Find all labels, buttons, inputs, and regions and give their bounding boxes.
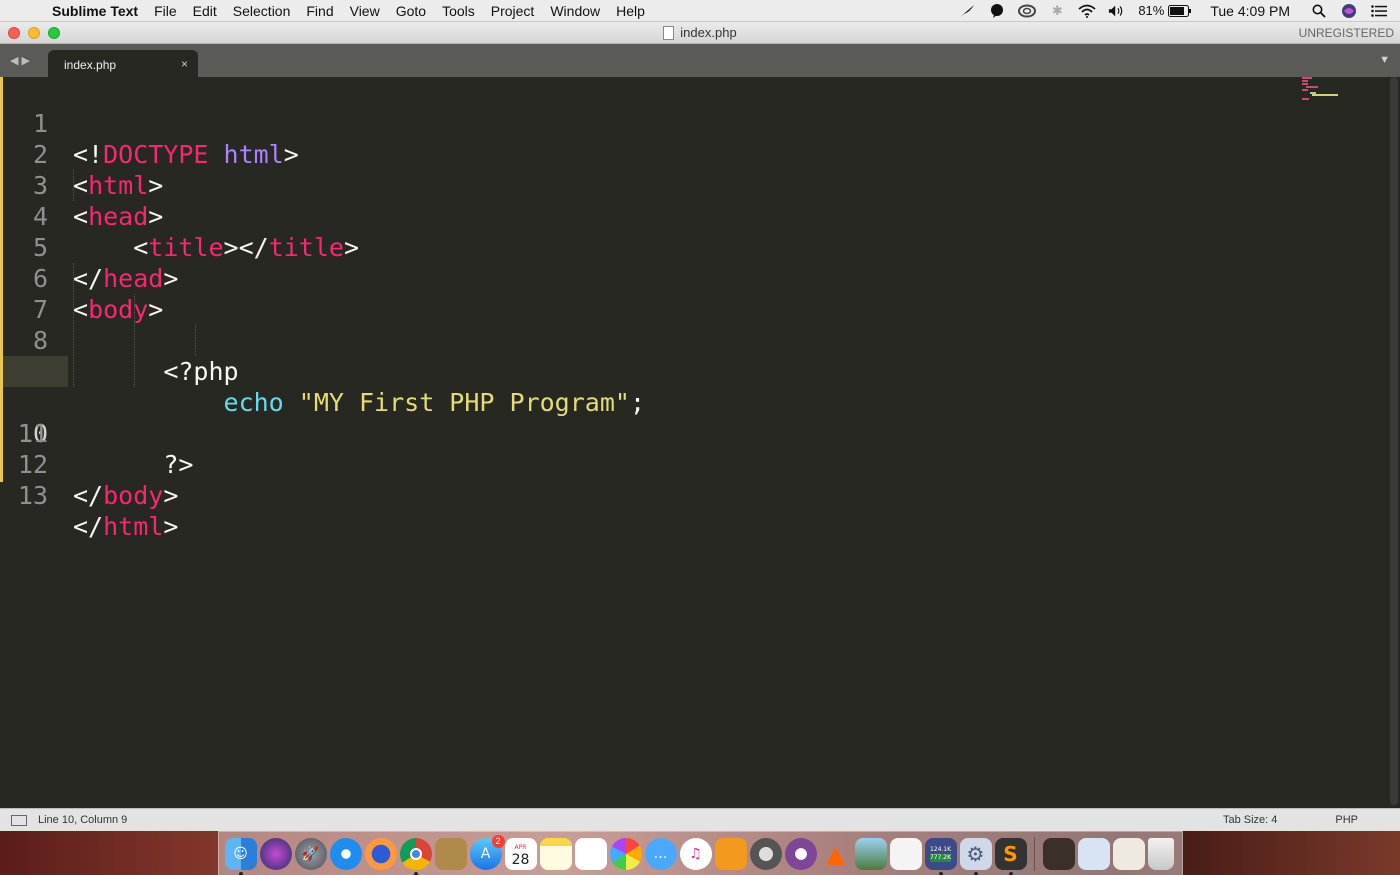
code-line: 5 </head>: [0, 201, 1390, 293]
speech-bubble-icon[interactable]: [988, 3, 1006, 18]
line-number: 13: [17, 481, 48, 510]
minimize-window-button[interactable]: [28, 27, 40, 39]
menu-selection[interactable]: Selection: [225, 3, 299, 19]
menu-find[interactable]: Find: [298, 3, 341, 19]
code-line-active: 10 ?>: [0, 356, 1390, 479]
tab-label: index.php: [64, 58, 117, 72]
menu-edit[interactable]: Edit: [185, 3, 225, 19]
window-title: index.php: [680, 25, 737, 40]
feather-icon[interactable]: [958, 4, 976, 18]
sublime-text-icon[interactable]: S: [994, 837, 1027, 875]
tab-close-icon[interactable]: ×: [181, 57, 188, 71]
notefile-icon[interactable]: [434, 837, 467, 870]
tab-size-setting[interactable]: Tab Size: 4: [1223, 814, 1277, 826]
app-store-badge: 2: [491, 834, 505, 848]
calendar-day: 28: [511, 851, 530, 868]
app-store-icon[interactable]: A2: [469, 834, 505, 870]
tab-navigation-arrows-icon[interactable]: ◀▶: [10, 54, 33, 67]
panel-toggle-icon[interactable]: [11, 814, 27, 826]
code-line: 12 </body>: [0, 418, 1390, 510]
menu-view[interactable]: View: [342, 3, 388, 19]
screenshot-stack-icon[interactable]: [1112, 837, 1145, 870]
messages-icon[interactable]: …: [644, 837, 677, 870]
siri-icon[interactable]: [1340, 3, 1358, 18]
net-download-rate: 777.2K: [929, 853, 952, 862]
code-line: 8 <?php: [0, 294, 1390, 386]
textedit-icon[interactable]: [889, 837, 922, 870]
finder-icon[interactable]: ☺: [224, 837, 257, 875]
document-icon: [663, 25, 675, 40]
dock-separator: [1034, 836, 1035, 871]
bluetooth-icon[interactable]: ✱: [1048, 3, 1066, 18]
minimap[interactable]: [1302, 77, 1342, 107]
system-preferences-icon[interactable]: [749, 837, 782, 870]
code-line: 3 <head>: [0, 139, 1390, 231]
dock: ☺ 🚀 A2 APR 28 … ♫ ▲ 124.1K 777.2K ⚙ S: [218, 831, 1183, 875]
code-line: 2 <html>: [0, 108, 1390, 200]
code-line: 9 echo "MY First PHP Program";: [0, 325, 1390, 417]
menu-tools[interactable]: Tools: [434, 3, 483, 19]
wifi-icon[interactable]: [1078, 4, 1096, 18]
safari-icon[interactable]: [329, 837, 362, 870]
menu-app-name[interactable]: Sublime Text: [50, 3, 146, 19]
tor-browser-icon[interactable]: [784, 837, 817, 870]
vlc-icon[interactable]: ▲: [820, 838, 852, 870]
spotlight-search-icon[interactable]: [1310, 4, 1328, 18]
vertical-scrollbar[interactable]: [1390, 77, 1398, 805]
notification-center-icon[interactable]: [1370, 4, 1388, 18]
notes-icon[interactable]: [539, 837, 572, 870]
siri-app-icon[interactable]: [259, 837, 292, 870]
syntax-selector[interactable]: PHP: [1335, 814, 1358, 826]
close-window-button[interactable]: [8, 27, 20, 39]
registration-status: UNREGISTERED: [1298, 26, 1394, 40]
active-line-highlight: [3, 356, 68, 387]
ibooks-icon[interactable]: [714, 837, 747, 870]
tab-list-dropdown-icon[interactable]: ▼: [1379, 54, 1390, 66]
net-upload-rate: 124.1K: [929, 845, 952, 853]
network-monitor-icon[interactable]: 124.1K 777.2K: [924, 837, 957, 875]
creative-cloud-icon[interactable]: [1018, 4, 1037, 18]
calendar-icon[interactable]: APR 28: [504, 837, 537, 870]
menu-clock[interactable]: Tue 4:09 PM: [1210, 3, 1290, 19]
code-line: 7: [0, 263, 1390, 324]
code-line: 6 <body>: [0, 232, 1390, 324]
code-line: 11: [0, 387, 1390, 448]
code-line: 13 </html>: [0, 449, 1390, 541]
settings-gear-icon[interactable]: ⚙: [959, 837, 992, 875]
trash-icon[interactable]: [1147, 837, 1174, 870]
document-stack-icon[interactable]: [1077, 837, 1110, 870]
volume-icon[interactable]: [1108, 4, 1126, 18]
preview-icon[interactable]: [854, 837, 887, 870]
menu-bar: Sublime Text File Edit Selection Find Vi…: [0, 0, 1400, 22]
status-bar: Line 10, Column 9 Tab Size: 4 PHP: [0, 808, 1400, 831]
title-bar[interactable]: index.php UNREGISTERED: [0, 22, 1400, 44]
menu-goto[interactable]: Goto: [388, 3, 434, 19]
tab-bar: ◀▶ index.php × ▼: [0, 44, 1400, 77]
photos-icon[interactable]: [609, 837, 642, 870]
code-line: 4 <title></title>: [0, 170, 1390, 262]
battery-percent[interactable]: 81%: [1138, 3, 1164, 18]
window-controls: [8, 27, 60, 39]
code-editor[interactable]: 1 <!DOCTYPE html> 2 <html> 3 <head> 4 <t…: [0, 77, 1400, 808]
reminders-icon[interactable]: [574, 837, 607, 870]
chrome-icon[interactable]: [399, 837, 432, 875]
downloads-stack-icon[interactable]: [1042, 837, 1075, 870]
menu-file[interactable]: File: [146, 3, 185, 19]
menu-window[interactable]: Window: [542, 3, 608, 19]
zoom-window-button[interactable]: [48, 27, 60, 39]
code-text: </html>: [73, 512, 179, 541]
code-line: 1 <!DOCTYPE html>: [0, 77, 1390, 169]
tab-index-php[interactable]: index.php ×: [48, 50, 198, 77]
launchpad-icon[interactable]: 🚀: [294, 837, 327, 870]
sublime-window: index.php UNREGISTERED ◀▶ index.php × ▼ …: [0, 22, 1400, 831]
firefox-icon[interactable]: [364, 837, 397, 870]
menu-help[interactable]: Help: [608, 3, 653, 19]
status-right: Tab Size: 4 PHP: [1223, 814, 1400, 826]
cursor-position: Line 10, Column 9: [38, 814, 128, 826]
battery-icon[interactable]: [1168, 4, 1192, 18]
menu-extras: ✱ 81% Tue 4:09 PM: [946, 3, 1400, 19]
itunes-icon[interactable]: ♫: [679, 837, 712, 870]
menu-project[interactable]: Project: [483, 3, 543, 19]
